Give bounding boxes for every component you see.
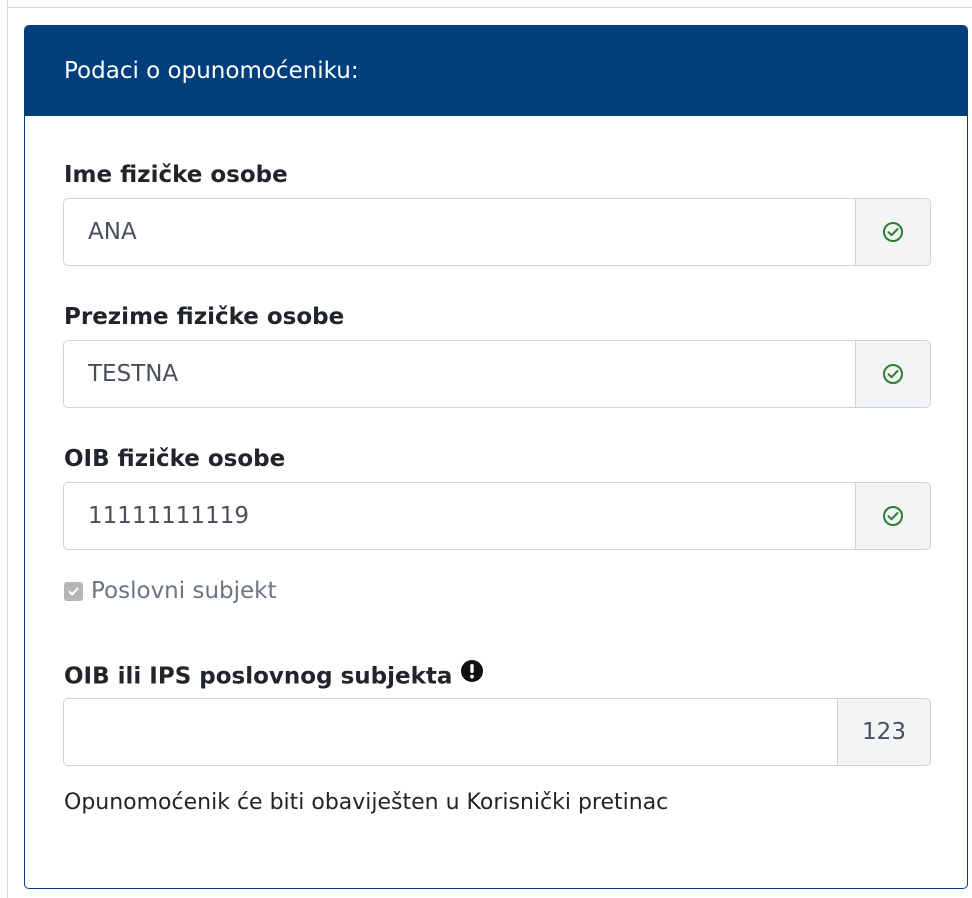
outer-top-border (7, 7, 972, 8)
last-name-status-addon (855, 340, 931, 408)
business-oib-addon-text: 123 (862, 719, 906, 745)
business-oib-addon: 123 (837, 698, 931, 766)
oib-input[interactable] (63, 482, 855, 550)
business-subject-checkbox[interactable] (64, 581, 83, 601)
last-name-input-group (63, 340, 931, 408)
business-subject-checkbox-row[interactable]: Poslovni subjekt (64, 578, 277, 604)
last-name-label: Prezime fizičke osobe (64, 304, 345, 330)
check-circle-icon (883, 364, 903, 384)
notification-help-text: Opunomoćenik će biti obaviješten u Koris… (64, 790, 669, 815)
business-oib-input-group: 123 (63, 698, 931, 766)
first-name-input[interactable] (63, 198, 855, 266)
business-oib-input[interactable] (63, 698, 837, 766)
exclamation-circle-icon[interactable] (460, 659, 484, 689)
first-name-label: Ime fizičke osobe (64, 162, 288, 188)
check-circle-icon (883, 506, 903, 526)
card-title: Podaci o opunomoćeniku: (64, 58, 359, 84)
first-name-status-addon (855, 198, 931, 266)
first-name-input-group (63, 198, 931, 266)
business-oib-label: OIB ili IPS poslovnog subjekta (64, 663, 453, 690)
business-subject-label: Poslovni subjekt (91, 578, 277, 604)
check-circle-icon (883, 222, 903, 242)
card-header: Podaci o opunomoćeniku: (25, 26, 967, 116)
proxy-details-card: Podaci o opunomoćeniku: Ime fizičke osob… (24, 25, 968, 889)
oib-label: OIB fizičke osobe (64, 446, 286, 472)
oib-input-group (63, 482, 931, 550)
last-name-input[interactable] (63, 340, 855, 408)
checkmark-icon (68, 587, 79, 595)
business-oib-label-row: OIB ili IPS poslovnog subjekta (64, 659, 484, 692)
oib-status-addon (855, 482, 931, 550)
outer-left-border (7, 0, 8, 898)
